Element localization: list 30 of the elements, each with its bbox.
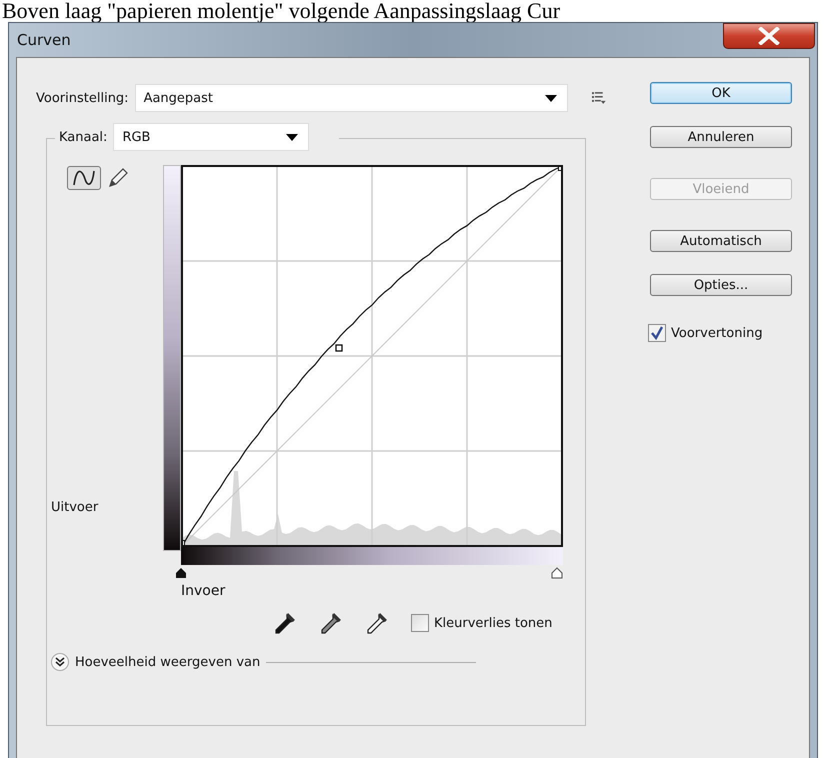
preset-menu-icon[interactable] xyxy=(592,92,606,104)
chevron-icon xyxy=(55,657,65,667)
preset-label: Voorinstelling: xyxy=(36,90,129,106)
input-slider-handle[interactable] xyxy=(551,567,563,579)
preset-dropdown[interactable]: Aangepast xyxy=(134,84,568,112)
curve-tool-button[interactable] xyxy=(67,166,101,190)
caption-text: Boven laag "papieren molentje" volgende Aanpassingslaag Cur xyxy=(1,0,562,22)
close-button[interactable] xyxy=(723,23,815,49)
dialog-button[interactable]: Opties... xyxy=(650,274,792,296)
eyedropper-icon[interactable] xyxy=(319,611,343,635)
caret-icon xyxy=(545,94,558,102)
check-icon xyxy=(650,326,664,340)
expand-button[interactable] xyxy=(51,653,69,671)
input-label: Invoer xyxy=(181,583,226,599)
channel-dropdown[interactable]: RGB xyxy=(113,123,310,151)
preview-checkbox[interactable]: Voorvertoning xyxy=(648,324,792,342)
caret-icon xyxy=(286,134,298,140)
close-icon xyxy=(758,27,780,45)
curves-graph[interactable] xyxy=(181,165,563,547)
output-label: Uitvoer xyxy=(50,500,100,515)
dialog-button[interactable]: OK xyxy=(650,82,792,104)
dialog-button[interactable]: Annuleren xyxy=(650,126,792,148)
input-slider-handle[interactable] xyxy=(175,567,187,579)
window-title: Curven xyxy=(17,31,71,49)
eyedropper-icon[interactable] xyxy=(273,611,297,635)
eyedropper-icon[interactable] xyxy=(365,611,389,635)
clipping-checkbox[interactable]: Kleurverlies tonen xyxy=(411,614,552,632)
dialog-button[interactable]: Automatisch xyxy=(650,230,792,252)
amount-label: Hoeveelheid weergeven van xyxy=(75,654,260,670)
channel-label: Kanaal: xyxy=(59,130,108,144)
